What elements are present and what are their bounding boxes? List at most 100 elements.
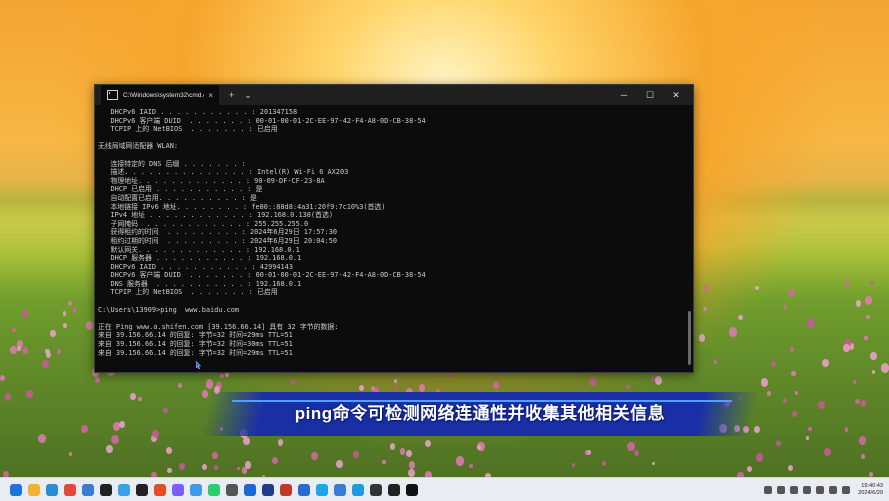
windows-start-icon[interactable] bbox=[10, 483, 22, 496]
clock-date: 2024/6/29 bbox=[858, 489, 883, 496]
app-icon[interactable] bbox=[172, 483, 184, 496]
flower-decoration bbox=[68, 451, 72, 456]
terminal-icon[interactable] bbox=[388, 483, 400, 496]
cmd-titlebar[interactable]: C:\Windows\system32\cmd.e × + ⌄ ─ ☐ ✕ bbox=[95, 85, 693, 105]
flower-decoration bbox=[62, 311, 67, 316]
terminal-line: DHCPv6 客户端 DUID . . . . . . . : 00-01-00… bbox=[98, 116, 426, 125]
terminal-line: 连接特定的 DNS 后缀 . . . . . . . : bbox=[98, 159, 246, 168]
flower-decoration bbox=[225, 372, 229, 377]
new-tab-button[interactable]: + bbox=[229, 90, 234, 100]
flower-decoration bbox=[95, 376, 101, 383]
flower-decoration bbox=[601, 461, 606, 466]
flower-decoration bbox=[654, 375, 663, 386]
volume-icon[interactable] bbox=[829, 485, 838, 494]
flower-decoration bbox=[26, 389, 33, 398]
cmd-window[interactable]: C:\Windows\system32\cmd.e × + ⌄ ─ ☐ ✕ DH… bbox=[94, 84, 694, 373]
flower-decoration bbox=[805, 436, 810, 441]
terminal-line: 获得租约的时间 . . . . . . . . . : 2024年6月29日 1… bbox=[98, 228, 337, 237]
flower-decoration bbox=[271, 456, 278, 465]
flower-decoration bbox=[775, 440, 781, 447]
flower-decoration bbox=[761, 378, 769, 387]
terminal-line: 自动配置已启用. . . . . . . . . . : 是 bbox=[98, 193, 257, 202]
app-icon[interactable] bbox=[280, 483, 292, 496]
terminal-line: TCPIP 上的 NetBIOS . . . . . . . : 已启用 bbox=[98, 125, 278, 134]
flower-decoration bbox=[738, 314, 743, 321]
flower-decoration bbox=[167, 467, 172, 473]
flower-decoration bbox=[843, 344, 850, 353]
edge-icon[interactable] bbox=[46, 483, 58, 496]
terminal-line: 来自 39.156.66.14 的回复: 字节=32 时间=29ms TTL=5… bbox=[98, 331, 293, 340]
premiere-icon[interactable] bbox=[262, 483, 274, 496]
flower-decoration bbox=[80, 424, 88, 433]
terminal-line: IPv4 地址 . . . . . . . . . . . . : 192.16… bbox=[98, 211, 333, 220]
flower-decoration bbox=[783, 398, 787, 403]
flower-decoration bbox=[72, 308, 77, 313]
flower-decoration bbox=[370, 385, 375, 391]
maximize-button[interactable]: ☐ bbox=[637, 90, 663, 101]
tab-title: C:\Windows\system32\cmd.e bbox=[123, 91, 205, 99]
tab-dropdown-button[interactable]: ⌄ bbox=[244, 90, 252, 101]
keyboard-icon[interactable] bbox=[803, 485, 812, 494]
terminal-line: 本地链接 IPv6 地址. . . . . . . . : fe80::88d8… bbox=[98, 202, 386, 211]
flower-decoration bbox=[38, 433, 47, 444]
app-icon[interactable] bbox=[226, 483, 238, 496]
flower-decoration bbox=[56, 349, 62, 355]
minimize-button[interactable]: ─ bbox=[611, 90, 637, 100]
app-icon[interactable] bbox=[64, 483, 76, 496]
flower-decoration bbox=[864, 335, 868, 340]
flower-decoration bbox=[634, 450, 639, 456]
flower-decoration bbox=[872, 370, 876, 374]
flower-decoration bbox=[17, 346, 22, 351]
flower-decoration bbox=[702, 306, 707, 312]
terminal-output[interactable]: DHCPv6 IAID . . . . . . . . . . . : 2013… bbox=[95, 105, 693, 366]
chrome-icon[interactable] bbox=[154, 483, 166, 496]
flower-decoration bbox=[627, 441, 635, 452]
app-icon[interactable] bbox=[118, 483, 130, 496]
tab-close-button[interactable]: × bbox=[208, 91, 213, 100]
flower-decoration bbox=[408, 461, 415, 469]
flower-decoration bbox=[106, 444, 114, 454]
terminal-line: DHCPv6 IAID . . . . . . . . . . . : 2013… bbox=[98, 108, 298, 116]
flower-decoration bbox=[21, 310, 29, 318]
app-icon[interactable] bbox=[334, 483, 346, 496]
flower-decoration bbox=[747, 466, 753, 473]
flower-decoration bbox=[866, 314, 871, 319]
app-icon[interactable] bbox=[100, 483, 112, 496]
photoshop-icon[interactable] bbox=[298, 483, 310, 496]
mic-icon[interactable] bbox=[777, 485, 786, 494]
caption-text: ping命令可检测网络连通性并收集其他相关信息 bbox=[294, 404, 666, 423]
flower-decoration bbox=[783, 305, 787, 310]
wifi-icon[interactable] bbox=[816, 485, 825, 494]
file-explorer-icon[interactable] bbox=[28, 483, 40, 496]
battery-icon[interactable] bbox=[842, 485, 851, 494]
terminal-line: 租约过期的时间 . . . . . . . . . : 2024年6月29日 2… bbox=[98, 236, 337, 245]
flower-decoration bbox=[588, 377, 597, 387]
flower-decoration bbox=[860, 400, 866, 407]
clock[interactable]: 19:40:43 2024/6/29 bbox=[858, 483, 883, 497]
cmd-tab[interactable]: C:\Windows\system32\cmd.e × bbox=[101, 85, 219, 105]
wechat-icon[interactable] bbox=[208, 483, 220, 496]
flower-decoration bbox=[220, 374, 224, 379]
capcut-icon[interactable] bbox=[406, 483, 418, 496]
app-icon[interactable] bbox=[352, 483, 364, 496]
app-tray-icon[interactable] bbox=[790, 485, 799, 494]
flower-decoration bbox=[399, 448, 406, 455]
flower-decoration bbox=[808, 426, 812, 432]
capcut-icon[interactable] bbox=[136, 483, 148, 496]
flower-decoration bbox=[119, 421, 126, 429]
taskbar: 19:40:43 2024/6/29 bbox=[0, 477, 889, 501]
flower-decoration bbox=[771, 360, 777, 367]
scrollbar-thumb[interactable] bbox=[688, 311, 691, 365]
flower-decoration bbox=[358, 384, 364, 391]
terminal-line: TCPIP 上的 NetBIOS . . . . . . . : 已启用 bbox=[98, 288, 278, 297]
chevron-up-icon[interactable] bbox=[764, 485, 773, 494]
app-icon[interactable] bbox=[316, 483, 328, 496]
app-icon[interactable] bbox=[190, 483, 202, 496]
app-icon[interactable] bbox=[244, 483, 256, 496]
app-icon[interactable] bbox=[82, 483, 94, 496]
app-icon[interactable] bbox=[370, 483, 382, 496]
flower-decoration bbox=[50, 330, 56, 337]
close-button[interactable]: ✕ bbox=[663, 90, 689, 101]
flower-decoration bbox=[703, 284, 710, 292]
